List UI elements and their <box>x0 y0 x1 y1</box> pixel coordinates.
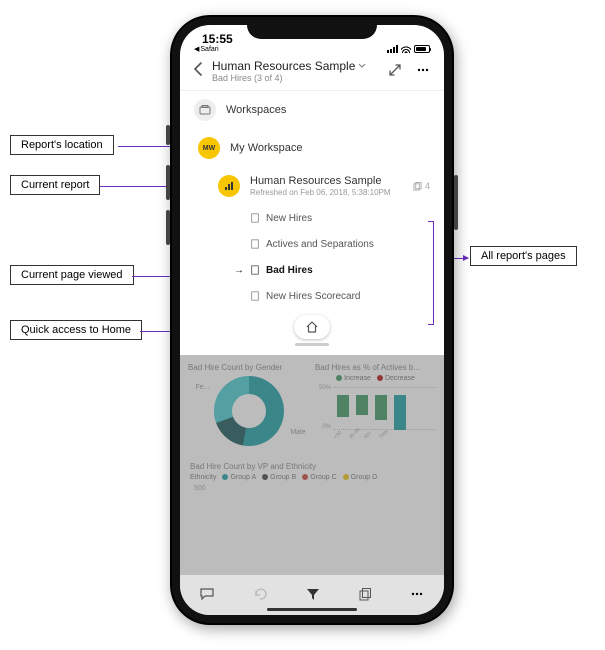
more-button[interactable] <box>412 63 434 80</box>
report-header: Human Resources Sample Bad Hires (3 of 4… <box>180 55 444 91</box>
nav-current-report[interactable]: Human Resources Sample Refreshed on Feb … <box>180 167 444 205</box>
home-indicator[interactable] <box>267 608 357 611</box>
page-label: Actives and Separations <box>266 239 374 250</box>
cell-signal-icon <box>387 45 398 53</box>
power-button <box>454 175 458 230</box>
my-workspace-icon: MW <box>198 137 220 159</box>
expand-button[interactable] <box>384 63 406 80</box>
page-label: New Hires Scorecard <box>266 291 360 302</box>
nav-report-title: Human Resources Sample <box>250 175 403 187</box>
device-notch <box>247 17 377 39</box>
callout-all-pages: All report's pages <box>470 246 577 266</box>
nav-report-refreshed: Refreshed on Feb 06, 2018, 5:38:10PM <box>250 188 403 197</box>
header-title-text: Human Resources Sample <box>212 59 355 73</box>
report-icon <box>218 175 240 197</box>
copy-button[interactable] <box>358 587 372 604</box>
nav-workspaces[interactable]: Workspaces <box>180 91 444 129</box>
sheet-handle[interactable] <box>295 343 329 346</box>
page-label: New Hires <box>266 213 312 224</box>
silence-switch <box>166 125 170 145</box>
header-title-dropdown[interactable]: Human Resources Sample Bad Hires (3 of 4… <box>212 59 378 84</box>
pages-icon <box>413 182 422 191</box>
nav-workspaces-label: Workspaces <box>226 104 430 116</box>
nav-report-badge: 4 <box>413 181 430 191</box>
comment-button[interactable] <box>199 587 215 604</box>
header-subtitle: Bad Hires (3 of 4) <box>212 73 378 84</box>
wifi-icon <box>401 45 411 53</box>
status-time: 15:55 <box>194 33 233 45</box>
breadcrumb-panel: Workspaces MW My Workspace Human Resourc… <box>180 91 444 346</box>
callout-current-report: Current report <box>10 175 100 195</box>
callout-report-location: Report's location <box>10 135 114 155</box>
page-icon <box>250 239 260 249</box>
undo-button[interactable] <box>252 587 268 604</box>
page-label: Bad Hires <box>266 265 313 276</box>
nav-page-new-hires[interactable]: → New Hires <box>180 205 444 231</box>
workspaces-icon <box>194 99 216 121</box>
report-canvas: Bad Hire Count by Gender Fe... Male Bad … <box>180 355 444 615</box>
callout-current-page: Current page viewed <box>10 265 134 285</box>
nav-page-scorecard[interactable]: → New Hires Scorecard <box>180 283 444 309</box>
page-icon <box>250 265 260 275</box>
chevron-down-icon <box>358 63 366 69</box>
volume-down-button <box>166 210 170 245</box>
current-page-arrow-icon: → <box>234 265 244 276</box>
status-back-to-app[interactable]: ◀ Safari <box>194 46 233 53</box>
pages-bracket <box>428 221 434 325</box>
screen: 15:55 ◀ Safari Human Resources Sample <box>180 25 444 615</box>
volume-up-button <box>166 165 170 200</box>
battery-icon <box>414 45 430 53</box>
home-button[interactable] <box>294 315 330 339</box>
home-icon <box>305 320 319 334</box>
filter-button[interactable] <box>306 587 320 604</box>
nav-my-workspace-label: My Workspace <box>230 142 430 154</box>
back-button[interactable] <box>190 62 206 81</box>
page-icon <box>250 291 260 301</box>
more-actions-button[interactable] <box>409 587 425 604</box>
nav-my-workspace[interactable]: MW My Workspace <box>180 129 444 167</box>
page-icon <box>250 213 260 223</box>
callout-quick-home: Quick access to Home <box>10 320 142 340</box>
nav-page-actives-separations[interactable]: → Actives and Separations <box>180 231 444 257</box>
device-frame: 15:55 ◀ Safari Human Resources Sample <box>170 15 454 625</box>
nav-page-bad-hires[interactable]: → Bad Hires <box>180 257 444 283</box>
